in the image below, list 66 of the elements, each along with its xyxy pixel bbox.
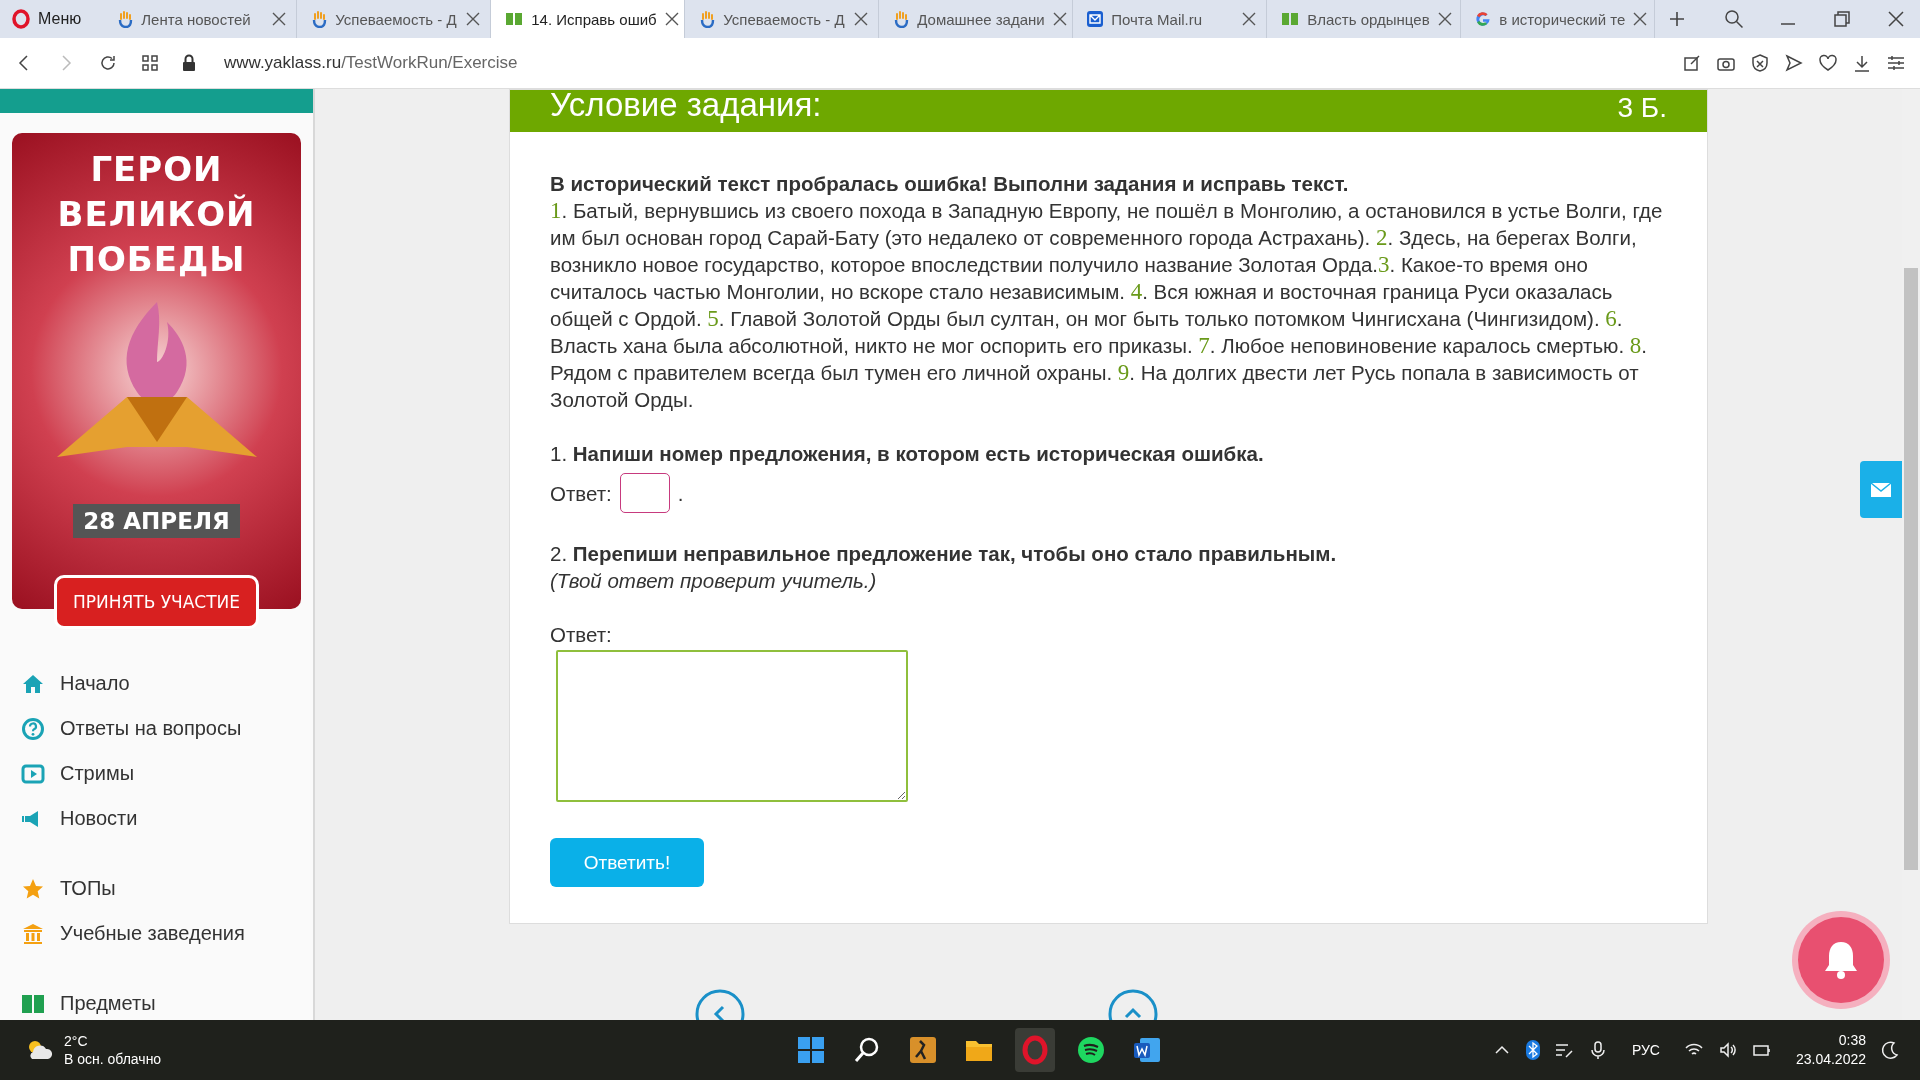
sidebar-item[interactable]: Начало <box>20 661 313 706</box>
restore-icon[interactable] <box>1832 9 1852 29</box>
clock-date[interactable]: 23.04.2022 <box>1795 1050 1866 1070</box>
sidebar-item[interactable]: Новости <box>20 796 313 841</box>
points-label: 3 Б. <box>1617 92 1667 124</box>
reload-icon[interactable] <box>98 53 118 73</box>
grid-icon[interactable] <box>140 53 160 73</box>
send-icon[interactable] <box>1784 53 1804 73</box>
hand-logo-icon <box>699 10 716 28</box>
banner-title: ГЕРОИ ВЕЛИКОЙ ПОБЕДЫ <box>56 148 257 281</box>
period-text: . <box>677 480 684 507</box>
question-text: 1. Напиши номер предложения, в котором есть историческая ошибка. <box>550 441 1265 467</box>
sidebar-item[interactable]: Ответы на вопросы <box>20 706 313 751</box>
envelope-icon <box>1870 481 1892 498</box>
moon-icon[interactable] <box>1880 1040 1900 1061</box>
opera-icon[interactable] <box>1015 1028 1055 1073</box>
download-icon[interactable] <box>1852 53 1872 73</box>
edit-icon[interactable] <box>1682 53 1702 73</box>
menu-button[interactable]: Меню <box>0 0 104 38</box>
close-icon[interactable] <box>1242 12 1257 26</box>
opera-logo-icon <box>12 9 30 29</box>
previous-icon[interactable] <box>695 989 745 1021</box>
weather-text: В осн. облачно <box>64 1050 162 1069</box>
google-logo-icon <box>1475 11 1492 27</box>
passage-text: 1. Батый, вернувшись из своего похода в Западную Европу, не пошёл в Монголию, а остановился в устье Волги, где им был основан город Сарай-Бату (это недалеко от современного города Астрахань). 2. Здесь, на берегах Волги, возникло новое государство, которое впоследствии получило название Золотая Орда.3. Какое-то время оно считалось частью Монголии, но вскоре стало независимым. 4. Вся южная и восточная граница Руси оказалась общей с Ордой. 5. Главой Золотой Орды был султан, он мог быть только потомком Чингисхана (Чингизидом). 6. Власть хана была абсолютной, никто не мог оспорить его приказы. 7. Любое неповиновение каралось смертью. 8. Рядом с правителем всегда был тумен его личной охраны. 9. На долгих двести лет Русь попала в зависимость от Золотой Орды. <box>550 197 1664 413</box>
lock-icon <box>182 54 196 72</box>
sidebar-item[interactable]: Учебные заведения <box>20 911 313 956</box>
close-icon[interactable] <box>1633 12 1648 26</box>
search-icon[interactable] <box>1724 9 1744 29</box>
address-field[interactable]: www.yaklass.ru/TestWorkRun/Exercise <box>224 53 518 73</box>
browser-tab[interactable]: 14. Исправь ошиб <box>491 0 686 38</box>
volume-icon[interactable] <box>1717 1040 1738 1061</box>
hand-logo-icon <box>893 10 910 28</box>
sidebar-item[interactable]: Стримы <box>20 751 313 796</box>
join-button[interactable]: ПРИНЯТЬ УЧАСТИЕ <box>53 575 260 629</box>
envelope-icon <box>1087 11 1104 27</box>
answer-label: Ответ: <box>550 480 612 507</box>
language-indicator[interactable]: РУС <box>1631 1042 1660 1059</box>
close-icon[interactable] <box>664 12 679 26</box>
close-icon[interactable] <box>854 12 869 26</box>
banner-date: 28 АПРЕЛЯ <box>73 504 240 538</box>
hand-logo-icon <box>311 10 328 28</box>
sidebar-item[interactable]: Предметы <box>20 981 313 1021</box>
sidebar-item[interactable]: ТОПы <box>20 866 313 911</box>
instruction-text: В исторический текст пробралась ошибка! Выполни задания и исправь текст. <box>550 171 1350 197</box>
close-icon[interactable] <box>1052 12 1067 26</box>
close-icon[interactable] <box>272 12 287 26</box>
bluetooth-icon[interactable] <box>1525 1040 1540 1061</box>
answer-field[interactable] <box>619 473 670 513</box>
answer-label: Ответ: <box>550 622 613 648</box>
scroll-up-icon[interactable] <box>1108 989 1158 1021</box>
close-icon[interactable] <box>466 12 481 26</box>
heart-icon[interactable] <box>1818 53 1838 73</box>
book-icon <box>1281 12 1300 26</box>
book-icon <box>505 12 524 26</box>
help-icon <box>20 716 46 741</box>
shield-icon[interactable] <box>1750 53 1770 73</box>
close-icon[interactable] <box>1886 9 1906 29</box>
question-text: 2. Перепиши неправильное предложение так, чтобы оно стало правильным. <box>550 541 1338 567</box>
hand-logo-icon <box>117 10 134 28</box>
note-text: (Твой ответ проверит учитель.) <box>550 568 878 594</box>
section-title: Условие задания: <box>550 89 822 124</box>
settings-icon[interactable] <box>1886 53 1906 73</box>
clock-time[interactable]: 0:38 <box>1795 1031 1866 1051</box>
close-icon[interactable] <box>1437 12 1452 26</box>
temperature-text: 2°C <box>64 1032 89 1051</box>
